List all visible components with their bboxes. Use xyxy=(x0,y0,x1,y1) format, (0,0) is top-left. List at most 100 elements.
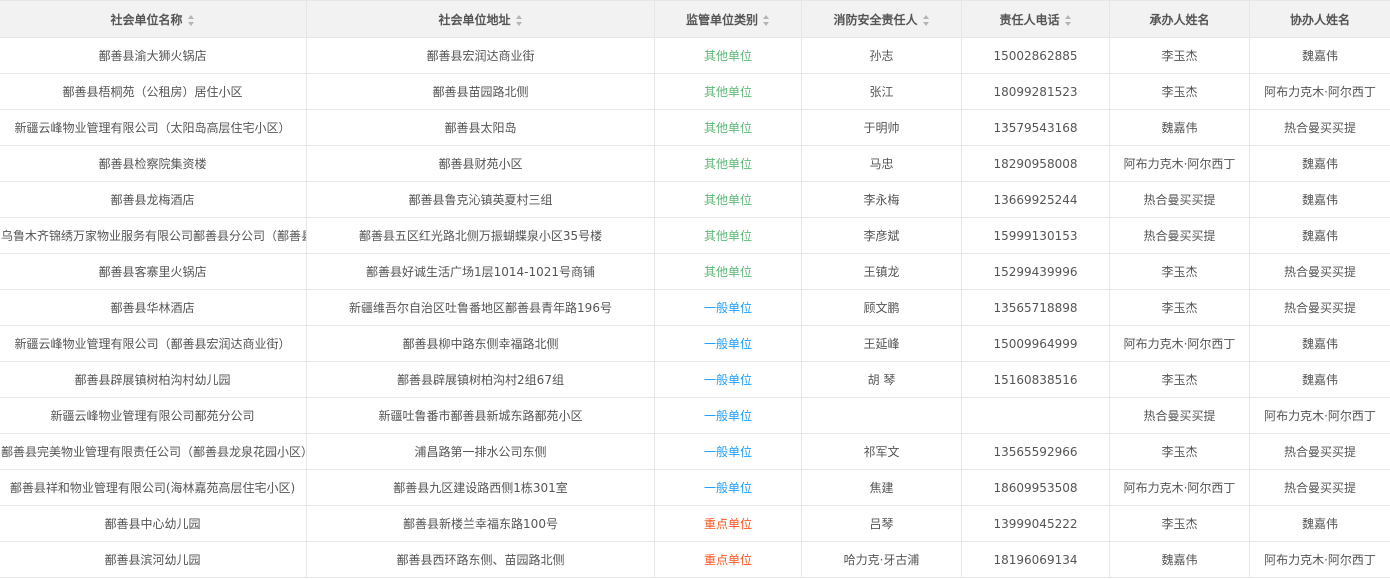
cell-unit-name: 鄯善县中心幼儿园 xyxy=(0,505,307,542)
cell-manager-phone: 18609953508 xyxy=(961,469,1110,506)
cell-unit-address: 鄯善县宏润达商业街 xyxy=(306,37,655,74)
unit-table-container: 社会单位名称 社会单位地址 监管单位类别 消防安全责任人 责任人电话 承办人姓名 协办人姓名… xyxy=(0,0,1390,578)
sort-icon[interactable] xyxy=(515,14,523,26)
cell-co-handler-name: 热合曼买买提 xyxy=(1249,433,1390,470)
table-row[interactable]: 鄯善县检察院集资楼 鄯善县财苑小区 其他单位 马忠 18290958008 阿布力克木·阿… xyxy=(0,145,1390,182)
cell-manager-phone: 13669925244 xyxy=(961,181,1110,218)
column-header-supervision-category[interactable]: 监管单位类别 xyxy=(654,0,802,38)
cell-safety-manager: 胡 琴 xyxy=(801,361,962,398)
cell-supervision-category: 一般单位 xyxy=(654,397,802,434)
cell-safety-manager: 李永梅 xyxy=(801,181,962,218)
table-row[interactable]: 乌鲁木齐锦绣万家物业服务有限公司鄯善县分公司（鄯善县 鄯善县五区红光路北侧万振蝴蝶… xyxy=(0,217,1390,254)
column-header-label: 消防安全责任人 xyxy=(833,12,918,27)
cell-safety-manager: 马忠 xyxy=(801,145,962,182)
cell-supervision-category: 一般单位 xyxy=(654,289,802,326)
cell-safety-manager xyxy=(801,397,962,434)
cell-safety-manager: 孙志 xyxy=(801,37,962,74)
cell-handler-name: 李玉杰 xyxy=(1109,253,1250,290)
cell-co-handler-name: 魏嘉伟 xyxy=(1249,505,1390,542)
table-row[interactable]: 鄯善县中心幼儿园 鄯善县新楼兰幸福东路100号 重点单位 吕琴 13999045222 李… xyxy=(0,505,1390,542)
cell-unit-name: 乌鲁木齐锦绣万家物业服务有限公司鄯善县分公司（鄯善县 xyxy=(0,217,307,254)
cell-manager-phone: 13565592966 xyxy=(961,433,1110,470)
cell-unit-address: 鄯善县新楼兰幸福东路100号 xyxy=(306,505,655,542)
cell-unit-name: 鄯善县祥和物业管理有限公司(海林嘉苑高层住宅小区) xyxy=(0,469,307,506)
column-header-unit-name[interactable]: 社会单位名称 xyxy=(0,0,307,38)
table-row[interactable]: 鄯善县渝大狮火锅店 鄯善县宏润达商业街 其他单位 孙志 15002862885 李玉杰 魏嘉… xyxy=(0,37,1390,74)
cell-co-handler-name: 阿布力克木·阿尔西丁 xyxy=(1249,397,1390,434)
cell-co-handler-name: 热合曼买买提 xyxy=(1249,469,1390,506)
column-header-co-handler-name: 协办人姓名 xyxy=(1249,0,1390,38)
cell-unit-name: 鄯善县检察院集资楼 xyxy=(0,145,307,182)
table-row[interactable]: 鄯善县客寨里火锅店 鄯善县好诚生活广场1层1014-1021号商铺 其他单位 王镇龙 1… xyxy=(0,253,1390,290)
cell-co-handler-name: 阿布力克木·阿尔西丁 xyxy=(1249,541,1390,578)
cell-manager-phone: 13999045222 xyxy=(961,505,1110,542)
cell-supervision-category: 一般单位 xyxy=(654,469,802,506)
cell-handler-name: 李玉杰 xyxy=(1109,289,1250,326)
cell-safety-manager: 哈力克·牙古浦 xyxy=(801,541,962,578)
table-body: 鄯善县渝大狮火锅店 鄯善县宏润达商业街 其他单位 孙志 15002862885 李玉杰 魏嘉… xyxy=(0,37,1390,578)
table-row[interactable]: 新疆云峰物业管理有限公司（鄯善县宏润达商业街） 鄯善县柳中路东侧幸福路北侧 一般单位… xyxy=(0,325,1390,362)
cell-safety-manager: 于明帅 xyxy=(801,109,962,146)
column-header-label: 承办人姓名 xyxy=(1149,12,1210,27)
sort-icon[interactable] xyxy=(763,14,770,26)
table-row[interactable]: 鄯善县祥和物业管理有限公司(海林嘉苑高层住宅小区) 鄯善县九区建设路西侧1栋301… xyxy=(0,469,1390,506)
cell-handler-name: 魏嘉伟 xyxy=(1109,541,1250,578)
cell-unit-address: 鄯善县鲁克沁镇英夏村三组 xyxy=(306,181,655,218)
column-header-label: 监管单位类别 xyxy=(685,12,758,27)
cell-co-handler-name: 热合曼买买提 xyxy=(1249,253,1390,290)
cell-co-handler-name: 阿布力克木·阿尔西丁 xyxy=(1249,73,1390,110)
table-header-row: 社会单位名称 社会单位地址 监管单位类别 消防安全责任人 责任人电话 承办人姓名 协办人姓名 xyxy=(0,0,1390,38)
unit-table: 社会单位名称 社会单位地址 监管单位类别 消防安全责任人 责任人电话 承办人姓名 协办人姓名… xyxy=(0,0,1390,578)
sort-icon[interactable] xyxy=(187,14,195,26)
cell-unit-name: 鄯善县滨河幼儿园 xyxy=(0,541,307,578)
cell-handler-name: 阿布力克木·阿尔西丁 xyxy=(1109,469,1250,506)
table-row[interactable]: 鄯善县辟展镇树柏沟村幼儿园 鄯善县辟展镇树柏沟村2组67组 一般单位胡 琴 15160… xyxy=(0,361,1390,398)
column-header-label: 社会单位名称 xyxy=(110,12,183,27)
cell-unit-name: 鄯善县客寨里火锅店 xyxy=(0,253,307,290)
table-row[interactable]: 鄯善县龙梅酒店 鄯善县鲁克沁镇英夏村三组 其他单位 李永梅 13669925244 热合曼… xyxy=(0,181,1390,218)
sort-icon[interactable] xyxy=(1064,14,1072,26)
cell-safety-manager: 祁军文 xyxy=(801,433,962,470)
column-header-manager-phone[interactable]: 责任人电话 xyxy=(961,0,1110,38)
column-header-unit-address[interactable]: 社会单位地址 xyxy=(306,0,655,38)
cell-unit-name: 新疆云峰物业管理有限公司（鄯善县宏润达商业街） xyxy=(0,325,307,362)
cell-unit-name: 新疆云峰物业管理有限公司鄯苑分公司 xyxy=(0,397,307,434)
cell-co-handler-name: 魏嘉伟 xyxy=(1249,325,1390,362)
cell-unit-name: 鄯善县梧桐苑（公租房）居住小区 xyxy=(0,73,307,110)
cell-unit-address: 鄯善县九区建设路西侧1栋301室 xyxy=(306,469,655,506)
table-row[interactable]: 新疆云峰物业管理有限公司鄯苑分公司 新疆吐鲁番市鄯善县新城东路鄯苑小区 一般单位 热合… xyxy=(0,397,1390,434)
table-row[interactable]: 鄯善县完美物业管理有限责任公司（鄯善县龙泉花园小区） 浦昌路第一排水公司东侧 一般单… xyxy=(0,433,1390,470)
cell-unit-address: 浦昌路第一排水公司东侧 xyxy=(306,433,655,470)
column-header-label: 责任人电话 xyxy=(999,12,1060,27)
cell-unit-name: 鄯善县龙梅酒店 xyxy=(0,181,307,218)
cell-supervision-category: 其他单位 xyxy=(654,253,802,290)
cell-supervision-category: 其他单位 xyxy=(654,181,802,218)
cell-co-handler-name: 热合曼买买提 xyxy=(1249,109,1390,146)
cell-unit-address: 鄯善县财苑小区 xyxy=(306,145,655,182)
cell-co-handler-name: 魏嘉伟 xyxy=(1249,37,1390,74)
table-row[interactable]: 新疆云峰物业管理有限公司（太阳岛高层住宅小区） 鄯善县太阳岛 其他单位 于明帅 1357… xyxy=(0,109,1390,146)
cell-unit-name: 鄯善县渝大狮火锅店 xyxy=(0,37,307,74)
cell-unit-address: 鄯善县太阳岛 xyxy=(306,109,655,146)
cell-manager-phone: 15160838516 xyxy=(961,361,1110,398)
cell-co-handler-name: 魏嘉伟 xyxy=(1249,361,1390,398)
cell-manager-phone: 15299439996 xyxy=(961,253,1110,290)
cell-handler-name: 李玉杰 xyxy=(1109,361,1250,398)
table-row[interactable]: 鄯善县滨河幼儿园 鄯善县西环路东侧、苗园路北侧 重点单位 哈力克·牙古浦 1819606… xyxy=(0,541,1390,578)
cell-unit-name: 新疆云峰物业管理有限公司（太阳岛高层住宅小区） xyxy=(0,109,307,146)
cell-safety-manager: 吕琴 xyxy=(801,505,962,542)
cell-handler-name: 李玉杰 xyxy=(1109,73,1250,110)
column-header-safety-manager[interactable]: 消防安全责任人 xyxy=(801,0,962,38)
cell-handler-name: 阿布力克木·阿尔西丁 xyxy=(1109,325,1250,362)
table-row[interactable]: 鄯善县梧桐苑（公租房）居住小区 鄯善县苗园路北侧 其他单位 张江 18099281523… xyxy=(0,73,1390,110)
cell-co-handler-name: 热合曼买买提 xyxy=(1249,289,1390,326)
cell-supervision-category: 其他单位 xyxy=(654,37,802,74)
sort-icon[interactable] xyxy=(922,14,930,26)
table-row[interactable]: 鄯善县华林酒店 新疆维吾尔自治区吐鲁番地区鄯善县青年路196号 一般单位 顾文鹏 135… xyxy=(0,289,1390,326)
column-header-label: 社会单位地址 xyxy=(438,12,511,27)
cell-unit-address: 鄯善县柳中路东侧幸福路北侧 xyxy=(306,325,655,362)
cell-supervision-category: 重点单位 xyxy=(654,541,802,578)
cell-manager-phone: 18099281523 xyxy=(961,73,1110,110)
cell-safety-manager: 王延峰 xyxy=(801,325,962,362)
cell-supervision-category: 其他单位 xyxy=(654,217,802,254)
